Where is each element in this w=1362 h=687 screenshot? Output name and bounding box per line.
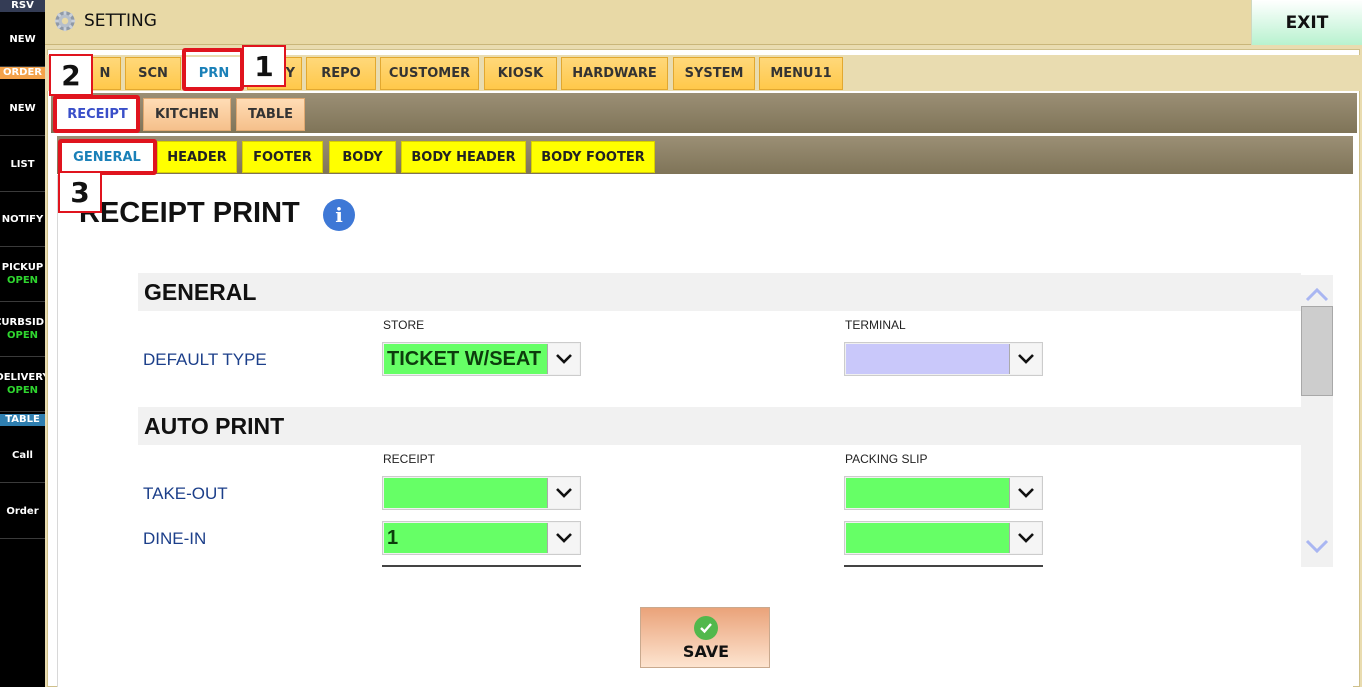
default-type-terminal-select[interactable] bbox=[844, 342, 1043, 376]
chevron-down-icon bbox=[1009, 478, 1041, 508]
list-button[interactable]: LIST bbox=[0, 137, 45, 192]
default-type-store-select[interactable]: TICKET W/SEAT bbox=[382, 342, 581, 376]
notify-button[interactable]: NOTIFY bbox=[0, 192, 45, 247]
tab-scn[interactable]: SCN bbox=[125, 57, 181, 90]
scroll-down-icon[interactable] bbox=[1303, 536, 1331, 556]
callout-badge-1: 1 bbox=[242, 45, 286, 87]
terminal-column-header: TERMINAL bbox=[845, 318, 906, 332]
order-label: Order bbox=[6, 505, 39, 517]
call-button[interactable]: Call bbox=[0, 428, 45, 483]
packing-slip-column-header: PACKING SLIP bbox=[845, 452, 928, 466]
callout-badge-3: 3 bbox=[58, 171, 102, 213]
delivery-button[interactable]: DELIVERY OPEN bbox=[0, 357, 45, 412]
exit-button[interactable]: EXIT bbox=[1251, 0, 1362, 45]
checkmark-icon bbox=[694, 616, 718, 640]
save-button[interactable]: SAVE bbox=[640, 607, 770, 668]
tab-system[interactable]: SYSTEM bbox=[673, 57, 755, 90]
chevron-down-icon bbox=[547, 523, 579, 553]
tab-receipt[interactable]: RECEIPT bbox=[57, 98, 138, 131]
info-icon[interactable]: i bbox=[323, 199, 355, 231]
take-out-packing-select[interactable] bbox=[844, 476, 1043, 510]
order-button[interactable]: Order bbox=[0, 484, 45, 539]
general-section-title: GENERAL bbox=[138, 273, 1301, 311]
pickup-button[interactable]: PICKUP OPEN bbox=[0, 247, 45, 302]
tab-table[interactable]: TABLE bbox=[236, 98, 305, 131]
dine-in-packing-value bbox=[846, 523, 1009, 553]
order-section-label: ORDER bbox=[0, 67, 45, 79]
dine-in-packing-select[interactable] bbox=[844, 521, 1043, 555]
tab-kiosk[interactable]: KIOSK bbox=[484, 57, 557, 90]
chevron-down-icon bbox=[547, 478, 579, 508]
curbside-status: OPEN bbox=[6, 330, 39, 341]
tab-body-header[interactable]: BODY HEADER bbox=[401, 141, 526, 173]
take-out-receipt-value bbox=[384, 478, 547, 508]
pickup-status: OPEN bbox=[6, 275, 39, 286]
next-row-edge bbox=[382, 565, 581, 567]
save-label: SAVE bbox=[682, 642, 730, 661]
auto-print-section-title: AUTO PRINT bbox=[138, 407, 1301, 445]
rsv-new-button[interactable]: NEW bbox=[0, 12, 45, 67]
tab-body-footer[interactable]: BODY FOOTER bbox=[531, 141, 655, 173]
default-type-store-value: TICKET W/SEAT bbox=[384, 344, 547, 374]
tab-customer[interactable]: CUSTOMER bbox=[380, 57, 479, 90]
default-type-label: DEFAULT TYPE bbox=[143, 350, 267, 369]
dine-in-label: DINE-IN bbox=[143, 529, 207, 548]
rsv-section-label: RSV bbox=[0, 0, 45, 12]
delivery-label: DELIVERY bbox=[0, 372, 45, 383]
chevron-down-icon bbox=[547, 344, 579, 374]
page-header-title: SETTING bbox=[84, 11, 157, 31]
tab-menu11[interactable]: MENU11 bbox=[759, 57, 843, 90]
take-out-packing-value bbox=[846, 478, 1009, 508]
dine-in-receipt-select[interactable]: 1 bbox=[382, 521, 581, 555]
tab-main-0[interactable]: N bbox=[89, 57, 121, 90]
left-sidebar: RSV NEW ORDER NEW LIST NOTIFY PICKUP OPEN… bbox=[0, 0, 45, 687]
receipt-column-header: RECEIPT bbox=[383, 452, 436, 466]
order-new-button[interactable]: NEW bbox=[0, 81, 45, 136]
delivery-status: OPEN bbox=[6, 385, 39, 396]
gear-icon bbox=[54, 10, 76, 32]
default-type-terminal-value bbox=[846, 344, 1009, 374]
section-tab-bar: GENERAL HEADER FOOTER BODY BODY HEADER B… bbox=[57, 136, 1353, 174]
page-title: RECEIPT PRINT bbox=[79, 197, 300, 229]
tab-hardware[interactable]: HARDWARE bbox=[561, 57, 668, 90]
take-out-receipt-select[interactable] bbox=[382, 476, 581, 510]
scroll-up-icon[interactable] bbox=[1303, 285, 1331, 305]
order-new-label: NEW bbox=[9, 102, 36, 114]
scrollbar-thumb[interactable] bbox=[1301, 306, 1333, 396]
tab-prn[interactable]: PRN bbox=[185, 57, 243, 90]
curbside-label: CURBSIDE bbox=[0, 317, 45, 328]
tab-kitchen[interactable]: KITCHEN bbox=[143, 98, 231, 131]
call-label: Call bbox=[12, 449, 33, 461]
chevron-down-icon bbox=[1009, 523, 1041, 553]
tab-repo[interactable]: REPO bbox=[306, 57, 376, 90]
pickup-label: PICKUP bbox=[1, 262, 44, 273]
dine-in-receipt-value: 1 bbox=[384, 523, 547, 553]
chevron-down-icon bbox=[1009, 344, 1041, 374]
tab-header[interactable]: HEADER bbox=[157, 141, 237, 173]
curbside-button[interactable]: CURBSIDE OPEN bbox=[0, 302, 45, 357]
tab-body[interactable]: BODY bbox=[329, 141, 396, 173]
sub-tab-bar: RECEIPT KITCHEN TABLE bbox=[51, 93, 1357, 133]
top-bar: SETTING EXIT bbox=[45, 0, 1362, 45]
table-section-label: TABLE bbox=[0, 414, 45, 426]
notify-label: NOTIFY bbox=[1, 213, 44, 225]
tab-footer[interactable]: FOOTER bbox=[242, 141, 323, 173]
list-label: LIST bbox=[10, 158, 35, 170]
take-out-label: TAKE-OUT bbox=[143, 484, 228, 503]
rsv-new-label: NEW bbox=[9, 33, 36, 45]
store-column-header: STORE bbox=[383, 318, 425, 332]
tab-general[interactable]: GENERAL bbox=[61, 141, 153, 173]
callout-badge-2: 2 bbox=[49, 54, 93, 96]
next-row-edge bbox=[844, 565, 1043, 567]
